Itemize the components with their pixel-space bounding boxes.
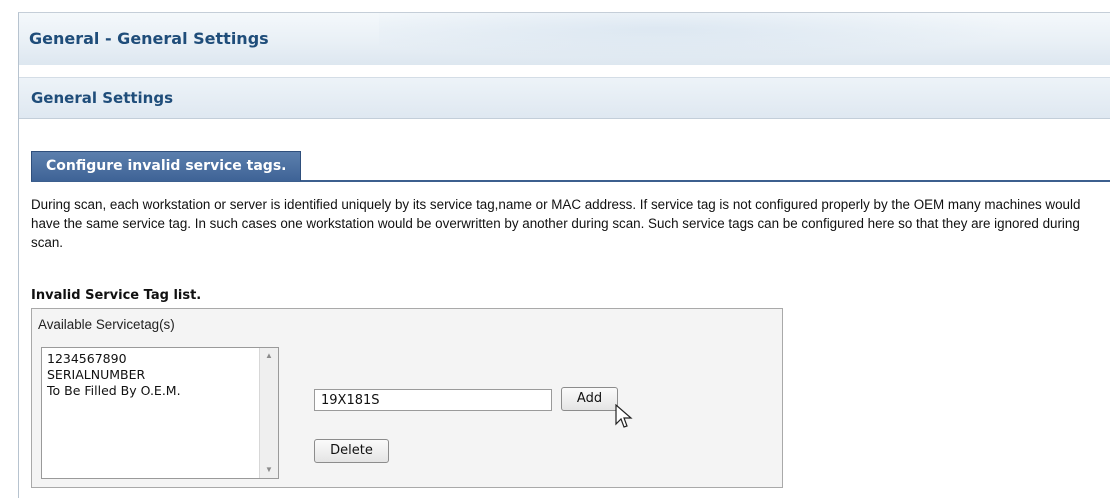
invalid-service-tag-list-title: Invalid Service Tag list. (31, 288, 202, 303)
header-decoration (379, 13, 1079, 65)
tab-configure-invalid-service-tags[interactable]: Configure invalid service tags. (31, 151, 302, 181)
delete-button[interactable]: Delete (314, 439, 389, 463)
page-header: General - General Settings (19, 13, 1110, 65)
servicetag-list: 1234567890 SERIALNUMBER To Be Filled By … (42, 348, 278, 399)
section-title: General Settings (31, 89, 174, 107)
add-button[interactable]: Add (561, 387, 618, 411)
listbox-scrollbar[interactable]: ▲ ▼ (259, 348, 278, 478)
tab-strip: Configure invalid service tags. (31, 151, 1110, 182)
available-servicetags-label: Available Servicetag(s) (38, 317, 175, 332)
page-title: General - General Settings (29, 29, 269, 48)
settings-frame: General - General Settings General Setti… (18, 12, 1110, 498)
chevron-down-icon[interactable]: ▼ (260, 462, 278, 478)
section-header: General Settings (19, 77, 1110, 119)
available-servicetags-listbox[interactable]: 1234567890 SERIALNUMBER To Be Filled By … (41, 347, 279, 479)
chevron-up-icon[interactable]: ▲ (260, 348, 278, 364)
servicetag-group-box: Available Servicetag(s) 1234567890 SERIA… (31, 308, 783, 488)
servicetag-item[interactable]: To Be Filled By O.E.M. (47, 383, 278, 399)
servicetag-input[interactable] (314, 389, 552, 411)
description-text: During scan, each workstation or server … (31, 197, 1081, 250)
servicetag-item[interactable]: SERIALNUMBER (47, 367, 278, 383)
servicetag-item[interactable]: 1234567890 (47, 351, 278, 367)
